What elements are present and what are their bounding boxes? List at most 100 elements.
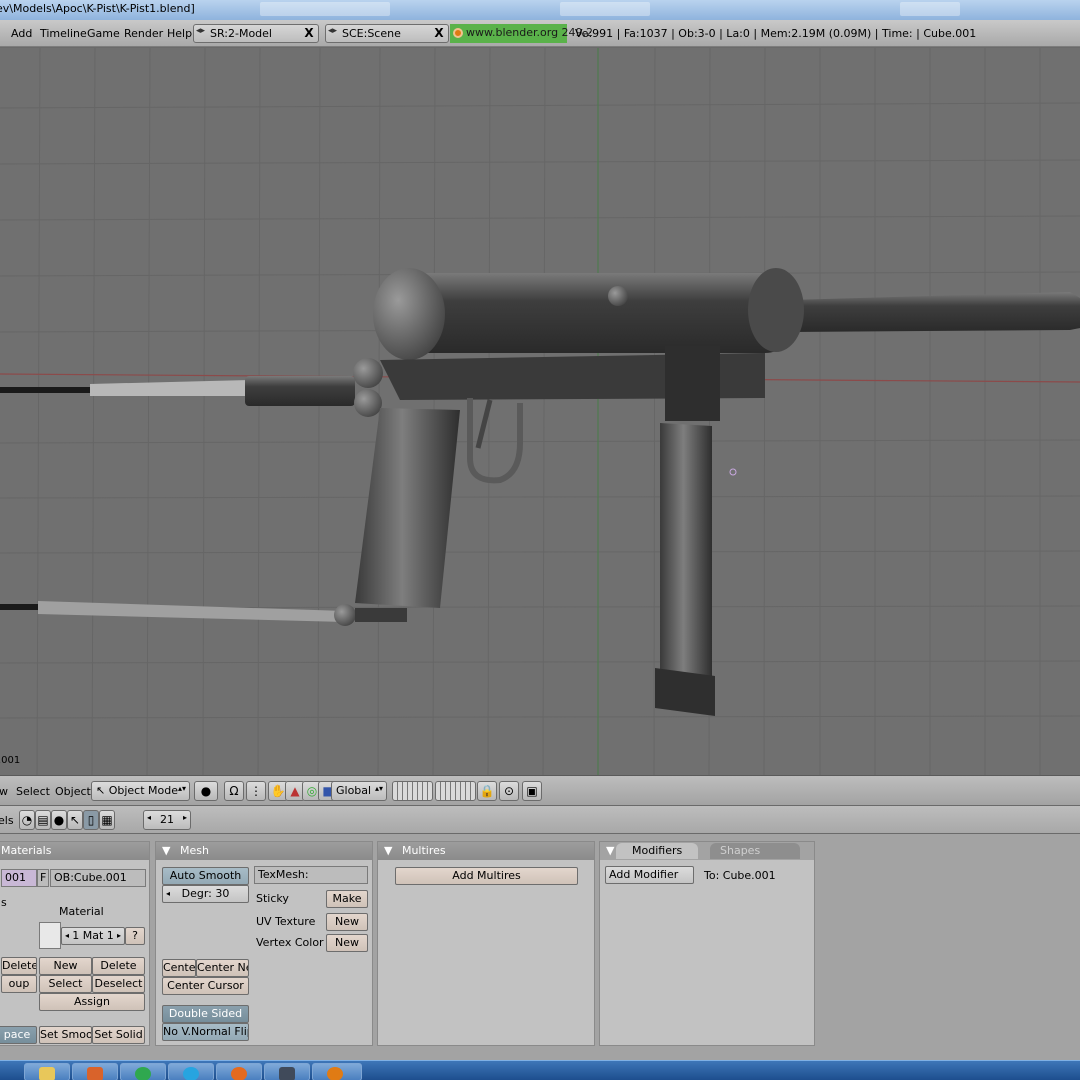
collapse-arrow-icon[interactable]: ▼ [384,844,392,857]
decrement-icon[interactable]: ◂ [65,928,69,944]
scene-delete-icon[interactable]: X [432,26,446,41]
double-sided-toggle[interactable]: Double Sided [162,1005,249,1023]
os-taskbar [0,1060,1080,1080]
mesh-panel-title: Mesh [179,844,209,857]
3d-viewport[interactable] [0,48,1080,775]
editing-context-icon[interactable]: ▯ [83,810,99,830]
material-assign-button[interactable]: Assign [39,993,145,1011]
snap-icon[interactable]: ⊙ [499,781,519,801]
app-icon [279,1067,295,1080]
add-multires-button[interactable]: Add Multires [395,867,578,885]
menu-game[interactable]: Game [87,27,120,40]
taskbar-item-explorer[interactable] [24,1063,70,1080]
shading-context-icon[interactable]: ● [51,810,67,830]
3d-view-header: w Select Object ↖ Object Mode ▴▾ ● Ω ⋮ ✋… [0,775,1080,806]
screen-delete-icon[interactable]: X [302,26,316,41]
blender-website-badge[interactable]: www.blender.org 249.2 [450,24,593,43]
add-modifier-button[interactable]: Add Modifier [605,866,694,884]
vertex-color-new-button[interactable]: New [326,934,368,952]
increment-icon[interactable]: ▸ [183,813,187,822]
material-new-button[interactable]: New [39,957,92,975]
auto-smooth-degrees[interactable]: ◂ Degr: 30 [162,885,249,903]
menu-add[interactable]: Add [11,27,32,40]
center-cursor-button[interactable]: Center Cursor [162,977,249,995]
texmesh-field[interactable]: TexMesh: [254,866,368,884]
mode-selector[interactable]: ↖ Object Mode ▴▾ [91,781,190,801]
fake-user-toggle[interactable]: F [37,869,49,887]
gun-model [0,268,1080,716]
scene-stats: Ve:991 | Fa:1037 | Ob:3-0 | La:0 | Mem:2… [575,27,977,40]
material-delete-button[interactable]: Delete [92,957,145,975]
menu-view[interactable]: w [0,785,8,798]
taskbar-item-app[interactable] [264,1063,310,1080]
mode-icon: ↖ [96,784,106,797]
auto-smooth-degrees-value: Degr: 30 [181,887,230,900]
vertex-group-button[interactable]: oup [1,975,37,993]
set-smooth-button[interactable]: Set Smooth [39,1026,92,1044]
buttons-header: els ◔ ▤ ● ↖ ▯ ▦ ◂ 21 ▸ [0,806,1080,834]
layer-buttons-1[interactable] [392,781,433,801]
scene-context-icon[interactable]: ▦ [99,810,115,830]
render-icon[interactable]: ▣ [522,781,542,801]
layer-buttons-2[interactable] [435,781,476,801]
material-help-button[interactable]: ? [125,927,145,945]
texture-space-button[interactable]: pace [0,1026,37,1044]
collapse-arrow-icon[interactable]: ▼ [606,844,614,857]
scene-selector[interactable]: ◂▸ SCE:Scene X [325,24,449,43]
multires-panel: ▼ Multires Add Multires [377,841,595,1046]
menu-help[interactable]: Help [167,27,192,40]
multires-panel-header[interactable]: ▼ Multires [378,842,594,860]
multires-panel-title: Multires [401,844,446,857]
menu-object[interactable]: Object [55,785,91,798]
chevron-down-icon: ▴▾ [177,784,186,793]
title-bar-background-tab [560,2,650,16]
chevron-down-icon: ▴▾ [374,784,383,793]
material-index-counter[interactable]: ◂ 1 Mat 1 ▸ [61,927,125,945]
pivot-icon[interactable]: Ω [224,781,244,801]
material-deselect-button[interactable]: Deselect [92,975,145,993]
center-button[interactable]: Center [162,959,196,977]
taskbar-item-skype[interactable] [168,1063,214,1080]
taskbar-item-blender[interactable] [312,1063,362,1080]
taskbar-item-spotify[interactable] [120,1063,166,1080]
tab-modifiers[interactable]: Modifiers [616,843,699,859]
collapse-arrow-icon[interactable]: ▼ [162,844,170,857]
menu-render[interactable]: Render [124,27,163,40]
auto-smooth-toggle[interactable]: Auto Smooth [162,867,249,885]
sticky-make-button[interactable]: Make [326,890,368,908]
set-solid-button[interactable]: Set Solid [92,1026,145,1044]
materials-panel-header[interactable]: Materials [0,842,149,860]
screen-browse-icon[interactable]: ◂▸ [196,26,205,36]
material-select-button[interactable]: Select [39,975,92,993]
mesh-panel-header[interactable]: ▼ Mesh [156,842,372,860]
increment-icon[interactable]: ▸ [117,928,121,944]
panels-label: els [0,814,14,827]
mesh-datablock-field[interactable]: 001 [1,869,37,887]
scene-browse-icon[interactable]: ◂▸ [328,26,337,36]
draw-type-icon[interactable]: ● [194,781,218,801]
lock-icon[interactable]: 🔒 [477,781,497,801]
vertex-group-delete-button[interactable]: Delete [1,957,37,975]
materials-s-label: s [1,896,7,909]
decrement-icon[interactable]: ◂ [147,813,151,822]
modifiers-panel: ▼ Modifiers Shapes Add Modifier To: Cube… [599,841,815,1046]
tab-shapes[interactable]: Shapes [710,843,800,859]
window-title: ev\Models\Apoc\K-Pist\K-Pist1.blend] [0,2,195,15]
taskbar-item-media[interactable] [72,1063,118,1080]
script-context-icon[interactable]: ▤ [35,810,51,830]
object-context-icon[interactable]: ↖ [67,810,83,830]
material-color-swatch[interactable] [39,922,61,949]
taskbar-item-firefox[interactable] [216,1063,262,1080]
screen-selector[interactable]: ◂▸ SR:2-Model X [193,24,319,43]
orientation-selector[interactable]: Global ▴▾ [331,781,387,801]
object-datablock-field[interactable]: OB:Cube.001 [50,869,146,887]
pivot-align-icon[interactable]: ⋮ [246,781,266,801]
no-vnormal-flip-toggle[interactable]: No V.Normal Flip [162,1023,249,1041]
decrement-icon[interactable]: ◂ [166,886,170,902]
frame-counter[interactable]: ◂ 21 ▸ [143,810,191,830]
center-new-button[interactable]: Center New [196,959,249,977]
menu-select[interactable]: Select [16,785,50,798]
uv-texture-new-button[interactable]: New [326,913,368,931]
menu-timeline[interactable]: Timeline [40,27,87,40]
logic-context-icon[interactable]: ◔ [19,810,35,830]
